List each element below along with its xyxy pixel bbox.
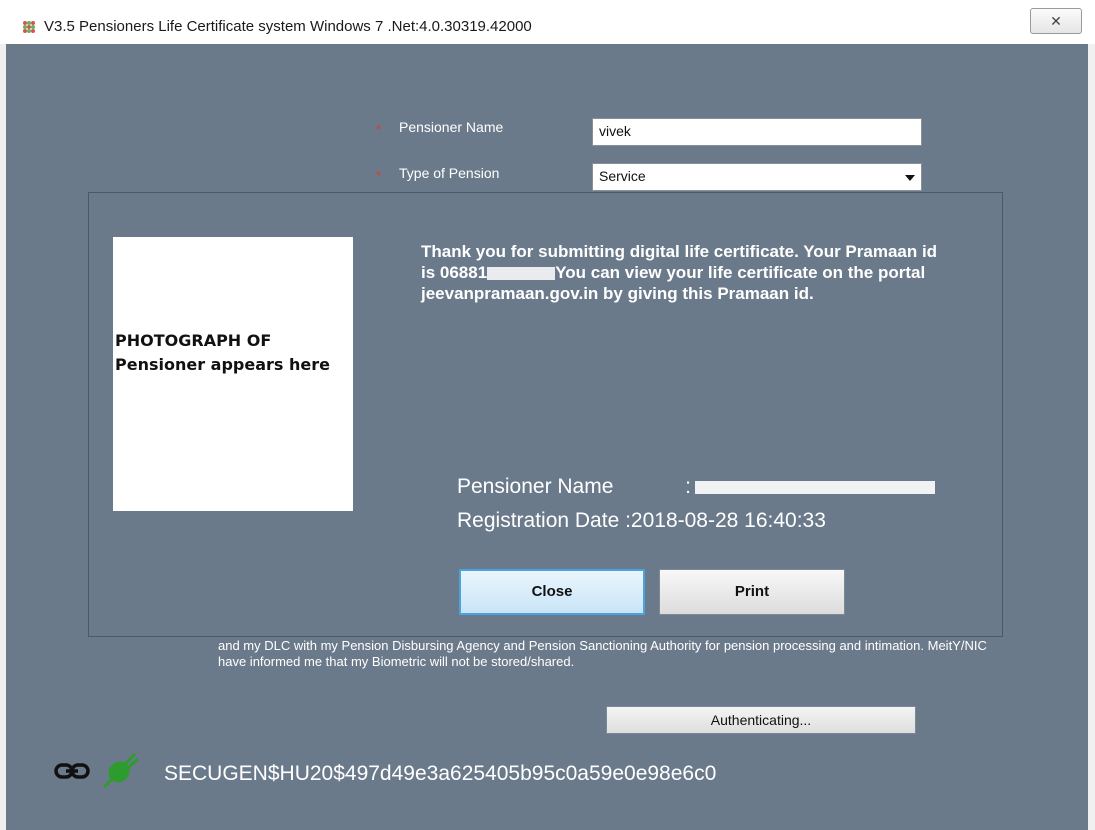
app-window: V3.5 Pensioners Life Certificate system …: [0, 0, 1095, 830]
redacted-pramaan-id: [487, 267, 556, 281]
consent-text: and my DLC with my Pension Disbursing Ag…: [218, 638, 987, 669]
redacted-pensioner-name: [694, 480, 935, 494]
pension-type-value: Service: [599, 168, 646, 184]
pensioner-name-label: Pensioner Name: [399, 119, 504, 135]
confirmation-dialog: PHOTOGRAPH OF Pensioner appears here Tha…: [88, 192, 1003, 637]
pensioner-name-input[interactable]: vivek: [592, 118, 922, 146]
required-marker: *: [376, 168, 382, 183]
device-id: SECUGEN$HU20$497d49e3a625405b95c0a59e0e9…: [164, 762, 717, 785]
window-close-button[interactable]: ✕: [1030, 8, 1082, 34]
authenticating-button[interactable]: Authenticating...: [606, 706, 916, 734]
registration-date-label: Registration Date :: [457, 509, 631, 532]
dialog-pensioner-name-label: Pensioner Name: [457, 475, 614, 498]
registration-date-row: Registration Date :2018-08-28 16:40:33: [457, 509, 826, 533]
registration-date-value: 2018-08-28 16:40:33: [630, 509, 826, 532]
confirmation-message: Thank you for submitting digital life ce…: [421, 241, 951, 304]
green-plug-icon: [102, 752, 140, 789]
pensioner-photo: PHOTOGRAPH OF Pensioner appears here: [113, 237, 353, 511]
chain-link-icon: [54, 763, 90, 779]
pension-type-label: Type of Pension: [399, 165, 500, 181]
required-marker: *: [376, 122, 382, 137]
print-button[interactable]: Print: [659, 569, 845, 615]
close-button[interactable]: Close: [459, 569, 645, 615]
photo-placeholder-text: PHOTOGRAPH OF Pensioner appears here: [115, 331, 330, 374]
dialog-pensioner-name-row: Pensioner Name :: [457, 475, 935, 499]
close-icon: ✕: [1050, 13, 1062, 29]
window-title: V3.5 Pensioners Life Certificate system …: [44, 18, 532, 35]
client-area: * Pensioner Name vivek * Type of Pension…: [6, 44, 1088, 830]
app-grid-icon: [23, 21, 35, 33]
title-bar: V3.5 Pensioners Life Certificate system …: [0, 0, 1095, 44]
chevron-down-icon[interactable]: [905, 175, 915, 181]
colon: :: [685, 475, 691, 498]
pension-type-select[interactable]: Service: [592, 163, 922, 191]
